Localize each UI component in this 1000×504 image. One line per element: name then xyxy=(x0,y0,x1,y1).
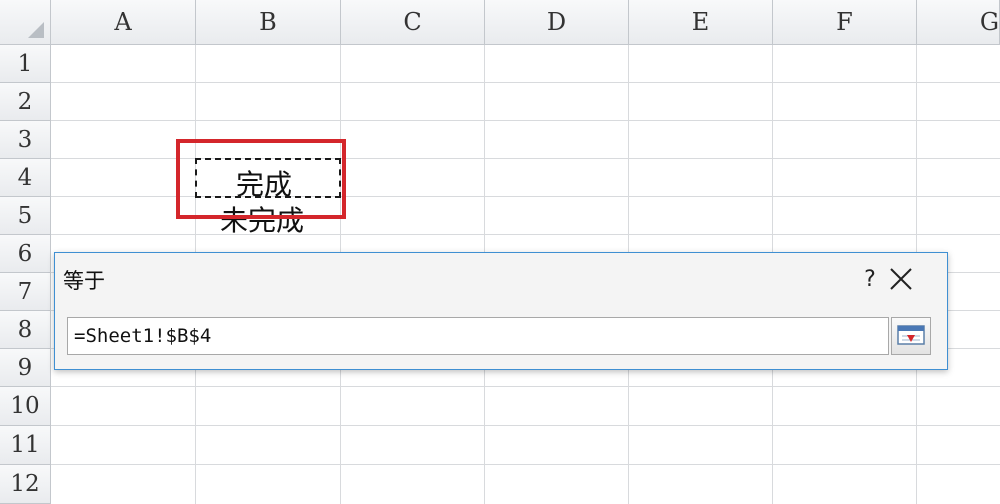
row-header-6[interactable]: 6 xyxy=(0,235,51,273)
row-header-3[interactable]: 3 xyxy=(0,121,51,159)
help-button[interactable]: ? xyxy=(855,261,885,297)
collapse-dialog-icon xyxy=(897,325,925,345)
row-header-1[interactable]: 1 xyxy=(0,45,51,83)
row-header-5[interactable]: 5 xyxy=(0,197,51,235)
row-header-7[interactable]: 7 xyxy=(0,273,51,311)
row-header-10[interactable]: 10 xyxy=(0,387,51,426)
close-icon xyxy=(890,268,912,290)
dialog-title: 等于 xyxy=(63,269,105,293)
column-header-c[interactable]: C xyxy=(341,0,485,45)
column-header-g[interactable]: G xyxy=(917,0,1000,45)
reference-input[interactable] xyxy=(67,317,889,355)
column-header-b[interactable]: B xyxy=(196,0,341,45)
column-header-a[interactable]: A xyxy=(51,0,196,45)
column-header-e[interactable]: E xyxy=(629,0,773,45)
row-header-8[interactable]: 8 xyxy=(0,311,51,349)
column-header-d[interactable]: D xyxy=(485,0,629,45)
row-header-11[interactable]: 11 xyxy=(0,426,51,465)
row-header-2[interactable]: 2 xyxy=(0,83,51,121)
row-header-4[interactable]: 4 xyxy=(0,159,51,197)
equal-to-dialog: 等于 ? xyxy=(54,252,948,370)
collapse-dialog-button[interactable] xyxy=(891,317,931,355)
column-header-f[interactable]: F xyxy=(773,0,917,45)
red-highlight-box xyxy=(176,139,346,219)
select-all-button[interactable] xyxy=(0,0,51,45)
close-button[interactable] xyxy=(883,261,919,297)
row-header-9[interactable]: 9 xyxy=(0,349,51,387)
row-header-12[interactable]: 12 xyxy=(0,465,51,504)
select-all-icon xyxy=(28,22,44,38)
